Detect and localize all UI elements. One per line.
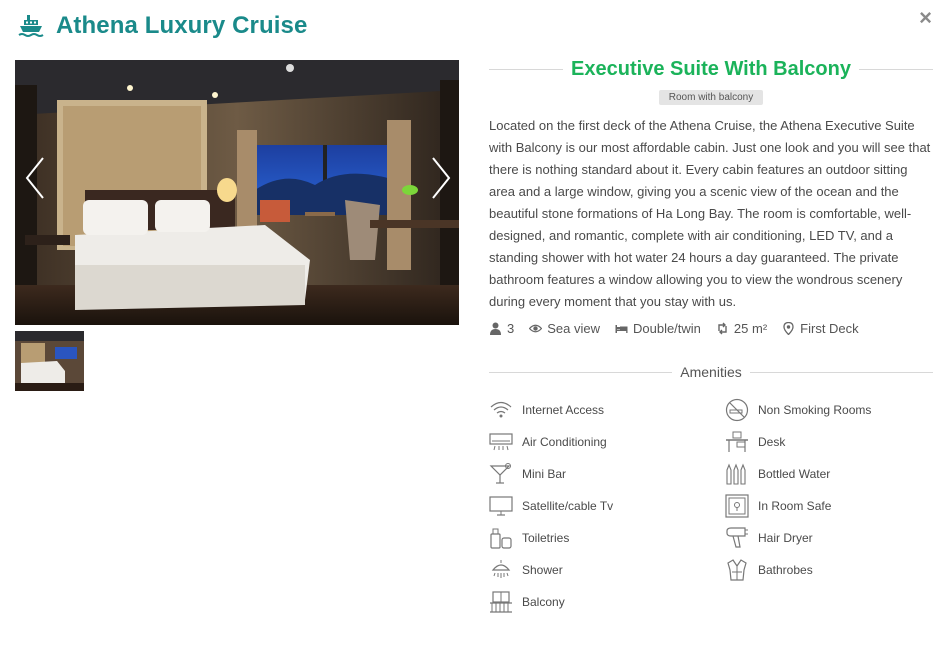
- bathrobe-icon: [727, 559, 747, 581]
- room-type-badge: Room with balcony: [658, 90, 764, 105]
- close-icon[interactable]: ×: [919, 7, 932, 29]
- hair-dryer-icon: [726, 527, 748, 548]
- amenity-non-smoking: Non Smoking Rooms: [725, 398, 871, 422]
- next-photo-arrow-icon[interactable]: [429, 156, 453, 200]
- amenity-label: Bathrobes: [758, 563, 813, 577]
- amenity-label: In Room Safe: [758, 499, 832, 513]
- amenity-hair-dryer: Hair Dryer: [725, 526, 813, 550]
- amenity-label: Non Smoking Rooms: [758, 403, 872, 417]
- amenity-mini-bar: Mini Bar: [489, 462, 566, 486]
- divider: [858, 69, 933, 70]
- amenity-label: Mini Bar: [522, 467, 567, 481]
- divider: [489, 69, 564, 70]
- user-icon: [490, 322, 501, 335]
- map-marker-icon: [783, 322, 794, 335]
- spec-bed: Double/twin: [615, 321, 701, 336]
- amenity-bottled-water: Bottled Water: [725, 462, 830, 486]
- cruise-ship-icon: [18, 15, 44, 37]
- amenities-heading-row: Amenities: [489, 364, 933, 380]
- amenity-bathrobes: Bathrobes: [725, 558, 813, 582]
- prev-photo-arrow-icon[interactable]: [23, 156, 47, 200]
- room-photo-gallery: [15, 60, 459, 325]
- safe-icon: [725, 494, 749, 518]
- air-conditioner-icon: [489, 433, 513, 451]
- amenity-label: Toiletries: [522, 531, 570, 545]
- amenity-toiletries: Toiletries: [489, 526, 569, 550]
- shower-icon: [491, 560, 511, 578]
- amenity-in-room-safe: In Room Safe: [725, 494, 831, 518]
- guests-value: 3: [507, 321, 515, 336]
- amenity-label: Internet Access: [522, 403, 605, 417]
- amenity-label: Desk: [758, 435, 786, 449]
- size-value: 25 m²: [733, 321, 768, 336]
- amenity-label: Hair Dryer: [758, 531, 813, 545]
- amenity-label: Satellite/cable Tv: [522, 499, 614, 513]
- bed-value: Double/twin: [632, 321, 701, 336]
- retweet-size-icon: [718, 322, 727, 335]
- bottles-icon: [726, 463, 746, 485]
- no-smoking-icon: [725, 398, 749, 422]
- modal-header: Athena Luxury Cruise: [18, 12, 307, 40]
- room-title: Executive Suite With Balcony: [571, 58, 851, 80]
- amenities-title: Amenities: [680, 364, 742, 380]
- page-title: Athena Luxury Cruise: [56, 12, 308, 39]
- room-description: Located on the first deck of the Athena …: [489, 118, 931, 309]
- amenity-shower: Shower: [489, 558, 563, 582]
- toiletries-icon: [490, 528, 512, 549]
- amenities-list: Internet Access Air Conditioning Mini Ba…: [489, 398, 933, 628]
- divider: [489, 371, 673, 373]
- amenity-balcony: Balcony: [489, 590, 565, 614]
- view-value: Sea view: [547, 321, 600, 336]
- amenity-air-conditioning: Air Conditioning: [489, 430, 607, 454]
- eye-icon: [529, 324, 543, 333]
- room-photo: [15, 60, 459, 325]
- spec-view: Sea view: [529, 321, 600, 336]
- divider: [749, 371, 933, 373]
- amenity-label: Shower: [522, 563, 563, 577]
- spec-deck: First Deck: [782, 321, 859, 336]
- room-title-row: Executive Suite With Balcony: [489, 58, 933, 81]
- cocktail-glass-icon: [489, 463, 511, 484]
- tv-icon: [489, 496, 513, 516]
- amenity-internet-access: Internet Access: [489, 398, 604, 422]
- room-specs: 3 Sea view Double/twin 25 m² First Deck: [489, 321, 933, 336]
- thumbnail-image: [15, 331, 84, 391]
- photo-thumbnail[interactable]: [15, 331, 84, 391]
- spec-size: 25 m²: [716, 321, 767, 336]
- wifi-icon: [490, 401, 512, 418]
- amenity-satellite-tv: Satellite/cable Tv: [489, 494, 613, 518]
- amenity-label: Balcony: [522, 595, 565, 609]
- bed-icon: [615, 325, 628, 333]
- amenity-label: Air Conditioning: [522, 435, 607, 449]
- amenity-label: Bottled Water: [758, 467, 831, 481]
- room-details: Executive Suite With Balcony Room with b…: [489, 58, 933, 628]
- amenity-desk: Desk: [725, 430, 785, 454]
- deck-value: First Deck: [800, 321, 859, 336]
- desk-icon: [726, 431, 748, 452]
- balcony-icon: [490, 591, 512, 613]
- spec-guests: 3: [489, 321, 514, 336]
